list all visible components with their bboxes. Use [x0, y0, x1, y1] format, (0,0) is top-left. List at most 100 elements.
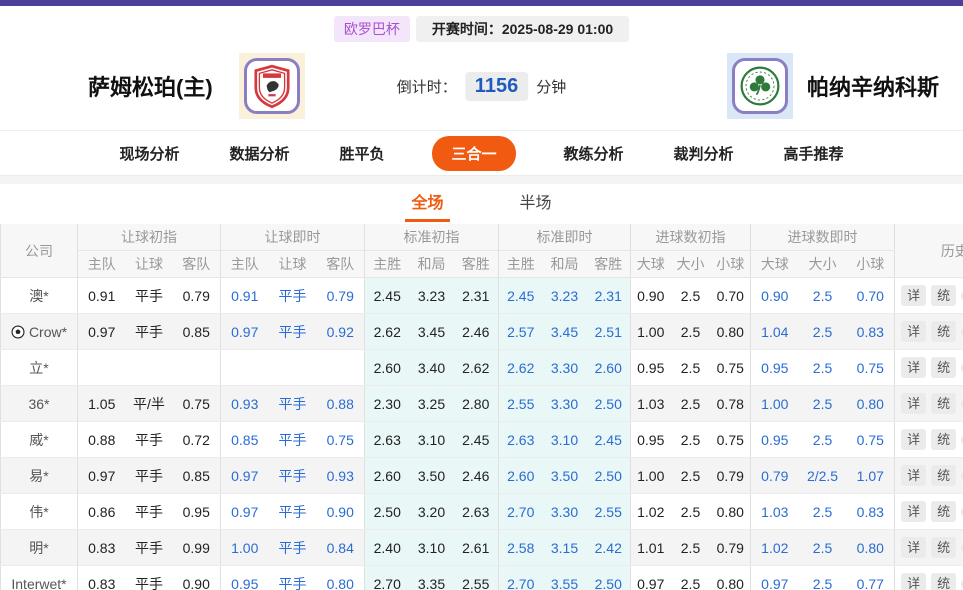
odds-cell[interactable]: 0.83 — [847, 314, 895, 350]
odds-cell[interactable]: 3.55 — [543, 566, 587, 590]
stats-button[interactable]: 统 — [931, 501, 956, 522]
odds-cell[interactable]: 0.97 — [751, 566, 799, 590]
odds-cell[interactable]: 3.30 — [543, 350, 587, 386]
nav-tab-5[interactable]: 教练分析 — [562, 137, 626, 170]
period-tab-2[interactable]: 半场 — [514, 189, 558, 222]
odds-cell[interactable]: 0.70 — [847, 278, 895, 314]
period-tab-1[interactable]: 全场 — [405, 189, 449, 222]
odds-cell[interactable]: 0.85 — [221, 422, 269, 458]
odds-cell[interactable]: 平手 — [269, 566, 317, 590]
odds-cell[interactable]: 0.79 — [317, 278, 365, 314]
odds-cell[interactable]: 2.5 — [799, 494, 847, 530]
stats-button[interactable]: 统 — [931, 393, 956, 414]
odds-cell[interactable]: 1.03 — [751, 494, 799, 530]
odds-cell[interactable]: 2.57 — [499, 314, 543, 350]
odds-cell[interactable]: 0.93 — [221, 386, 269, 422]
odds-cell[interactable]: 0.80 — [317, 566, 365, 590]
odds-cell[interactable]: 2.45 — [587, 422, 631, 458]
odds-cell[interactable]: 3.23 — [543, 278, 587, 314]
detail-button[interactable]: 详 — [901, 573, 926, 590]
odds-cell[interactable]: 2.70 — [499, 494, 543, 530]
odds-cell[interactable]: 2.31 — [587, 278, 631, 314]
odds-cell[interactable]: 0.80 — [847, 386, 895, 422]
odds-cell[interactable]: 2.50 — [587, 386, 631, 422]
odds-cell[interactable]: 2.45 — [499, 278, 543, 314]
odds-cell[interactable]: 1.00 — [751, 386, 799, 422]
stats-button[interactable]: 统 — [931, 573, 956, 590]
detail-button[interactable]: 详 — [901, 465, 926, 486]
stats-button[interactable]: 统 — [931, 429, 956, 450]
odds-cell[interactable]: 0.97 — [221, 494, 269, 530]
odds-cell[interactable]: 0.75 — [847, 422, 895, 458]
odds-cell[interactable]: 平手 — [269, 458, 317, 494]
odds-cell[interactable]: 2.5 — [799, 386, 847, 422]
detail-button[interactable]: 详 — [901, 429, 926, 450]
odds-cell[interactable]: 1.00 — [221, 530, 269, 566]
stats-button[interactable]: 统 — [931, 321, 956, 342]
odds-cell[interactable]: 2.5 — [799, 314, 847, 350]
odds-cell[interactable]: 平手 — [269, 530, 317, 566]
odds-cell[interactable]: 1.07 — [847, 458, 895, 494]
nav-tab-2[interactable]: 数据分析 — [227, 137, 291, 170]
odds-cell[interactable]: 3.50 — [543, 458, 587, 494]
odds-cell[interactable]: 0.88 — [317, 386, 365, 422]
odds-cell[interactable]: 0.95 — [751, 422, 799, 458]
odds-cell[interactable]: 2.5 — [799, 350, 847, 386]
nav-tab-7[interactable]: 高手推荐 — [782, 137, 846, 170]
odds-cell[interactable]: 0.91 — [221, 278, 269, 314]
odds-cell[interactable]: 平手 — [269, 494, 317, 530]
odds-cell[interactable]: 2.62 — [499, 350, 543, 386]
detail-button[interactable]: 详 — [901, 321, 926, 342]
odds-cell[interactable]: 3.45 — [543, 314, 587, 350]
odds-cell[interactable]: 0.90 — [317, 494, 365, 530]
detail-button[interactable]: 详 — [901, 285, 926, 306]
odds-cell[interactable]: 2/2.5 — [799, 458, 847, 494]
odds-cell[interactable]: 平手 — [269, 422, 317, 458]
odds-cell[interactable]: 2.58 — [499, 530, 543, 566]
detail-button[interactable]: 详 — [901, 393, 926, 414]
odds-cell[interactable]: 1.04 — [751, 314, 799, 350]
odds-cell[interactable]: 2.51 — [587, 314, 631, 350]
odds-cell[interactable]: 2.55 — [587, 494, 631, 530]
odds-cell[interactable]: 0.75 — [847, 350, 895, 386]
odds-cell[interactable]: 0.75 — [317, 422, 365, 458]
odds-cell[interactable]: 平手 — [269, 386, 317, 422]
odds-cell[interactable]: 0.93 — [317, 458, 365, 494]
odds-cell[interactable]: 2.60 — [587, 350, 631, 386]
stats-button[interactable]: 统 — [931, 465, 956, 486]
odds-cell[interactable]: 2.50 — [587, 566, 631, 590]
odds-cell[interactable]: 0.84 — [317, 530, 365, 566]
odds-cell[interactable]: 0.97 — [221, 458, 269, 494]
stats-button[interactable]: 统 — [931, 285, 956, 306]
nav-tab-1[interactable]: 现场分析 — [117, 137, 181, 170]
nav-tab-3[interactable]: 胜平负 — [337, 137, 386, 170]
odds-cell[interactable]: 2.63 — [499, 422, 543, 458]
odds-cell[interactable]: 2.5 — [799, 530, 847, 566]
odds-cell[interactable]: 2.60 — [499, 458, 543, 494]
nav-tab-4[interactable]: 三合一 — [432, 136, 515, 171]
odds-cell[interactable]: 3.30 — [543, 386, 587, 422]
odds-cell[interactable]: 3.15 — [543, 530, 587, 566]
stats-button[interactable]: 统 — [931, 537, 956, 558]
odds-cell[interactable]: 0.95 — [751, 350, 799, 386]
odds-cell[interactable]: 2.50 — [587, 458, 631, 494]
odds-cell[interactable]: 0.79 — [751, 458, 799, 494]
odds-cell[interactable]: 1.02 — [751, 530, 799, 566]
detail-button[interactable]: 详 — [901, 357, 926, 378]
odds-cell[interactable]: 2.55 — [499, 386, 543, 422]
odds-cell[interactable]: 0.95 — [221, 566, 269, 590]
odds-cell[interactable]: 2.42 — [587, 530, 631, 566]
odds-cell[interactable]: 0.97 — [221, 314, 269, 350]
detail-button[interactable]: 详 — [901, 537, 926, 558]
nav-tab-6[interactable]: 裁判分析 — [672, 137, 736, 170]
odds-cell[interactable]: 平手 — [269, 278, 317, 314]
stats-button[interactable]: 统 — [931, 357, 956, 378]
odds-cell[interactable]: 平手 — [269, 314, 317, 350]
detail-button[interactable]: 详 — [901, 501, 926, 522]
odds-cell[interactable]: 2.70 — [499, 566, 543, 590]
odds-cell[interactable]: 0.80 — [847, 530, 895, 566]
odds-cell[interactable]: 3.10 — [543, 422, 587, 458]
odds-cell[interactable]: 0.90 — [751, 278, 799, 314]
odds-cell[interactable]: 3.30 — [543, 494, 587, 530]
odds-cell[interactable]: 0.92 — [317, 314, 365, 350]
